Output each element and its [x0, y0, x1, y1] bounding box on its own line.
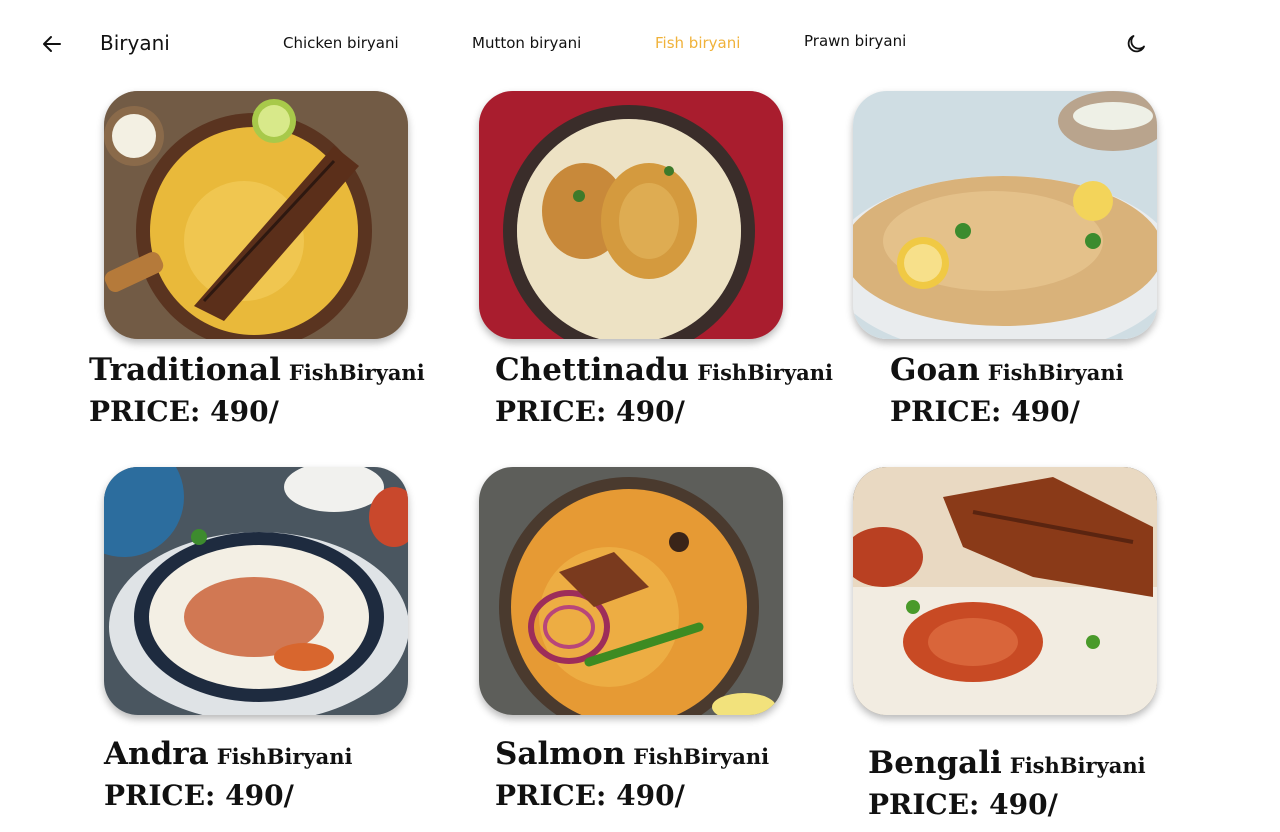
dish-subtitle: FishBiryani [697, 360, 834, 385]
dish-price-goan: PRICE: 490/ [890, 395, 1080, 428]
dish-image-salmon[interactable] [479, 467, 783, 715]
dish-subtitle: FishBiryani [288, 360, 425, 385]
dish-subtitle: FishBiryani [987, 360, 1124, 385]
dish-image-traditional[interactable] [104, 91, 408, 339]
dish-price-traditional: PRICE: 490/ [89, 395, 279, 428]
dish-name-salmon: Salmon FishBiryani [495, 736, 769, 772]
dish-title: Chettinadu [495, 352, 690, 388]
tab-chicken-biryani[interactable]: Chicken biryani [283, 34, 399, 52]
dish-price-salmon: PRICE: 490/ [495, 779, 685, 812]
tab-mutton-biryani[interactable]: Mutton biryani [472, 34, 581, 52]
dish-title: Traditional [89, 352, 281, 388]
dish-subtitle: FishBiryani [633, 744, 770, 769]
dish-image-chettinadu[interactable] [479, 91, 783, 339]
dish-name-chettinadu: Chettinadu FishBiryani [495, 352, 833, 388]
dish-image-bengali[interactable] [853, 467, 1157, 715]
dish-price-andra: PRICE: 490/ [104, 779, 294, 812]
dish-title: Bengali [868, 745, 1002, 781]
dish-title: Andra [104, 736, 209, 772]
dish-price-chettinadu: PRICE: 490/ [495, 395, 685, 428]
dish-price-bengali: PRICE: 490/ [868, 788, 1058, 821]
dish-name-bengali: Bengali FishBiryani [868, 745, 1146, 781]
moon-icon[interactable] [1124, 32, 1148, 56]
page-title: Biryani [100, 31, 170, 55]
back-arrow-icon[interactable] [40, 32, 64, 56]
dish-name-traditional: Traditional FishBiryani [89, 352, 425, 388]
dish-image-goan[interactable] [853, 91, 1157, 339]
dish-title: Salmon [495, 736, 626, 772]
tab-prawn-biryani[interactable]: Prawn biryani [804, 32, 906, 50]
tab-fish-biryani[interactable]: Fish biryani [655, 34, 740, 52]
dish-subtitle: FishBiryani [1009, 753, 1146, 778]
dish-image-andra[interactable] [104, 467, 408, 715]
dish-name-goan: Goan FishBiryani [890, 352, 1124, 388]
dish-subtitle: FishBiryani [216, 744, 353, 769]
dish-name-andra: Andra FishBiryani [104, 736, 353, 772]
dish-title: Goan [890, 352, 980, 388]
